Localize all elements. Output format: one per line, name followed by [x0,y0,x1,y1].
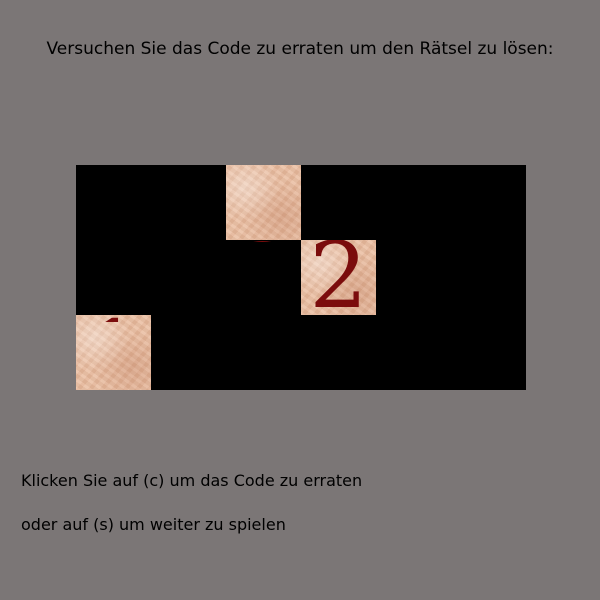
digit-fragment: 1 [76,313,151,322]
tile-digit: 2 [309,240,368,315]
digit-fragment: 3 [226,232,301,242]
instruction-continue: oder auf (s) um weiter zu spielen [21,515,286,534]
puzzle-tile: 2 [301,240,376,315]
puzzle-board: 3 2 1 [76,165,526,390]
tile-digit: 1 [76,313,151,322]
instruction-guess: Klicken Sie auf (c) um das Code zu errat… [21,471,363,490]
puzzle-tile [226,165,301,240]
puzzle-prompt: Versuchen Sie das Code zu erraten um den… [46,39,554,59]
puzzle-tile [76,315,151,390]
tile-digit: 3 [226,232,301,242]
